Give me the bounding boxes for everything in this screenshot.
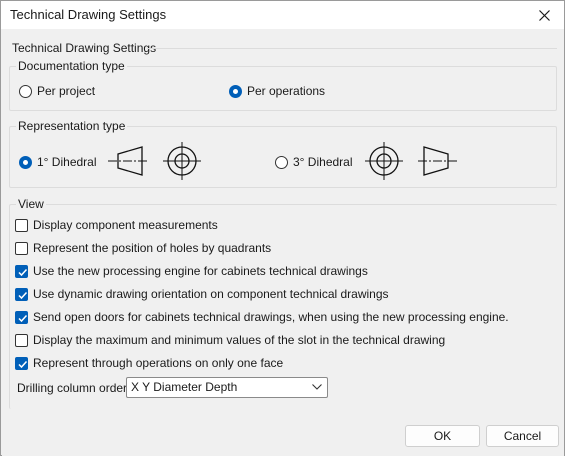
title-bar: Technical Drawing Settings [1, 1, 564, 29]
checkmark-icon [18, 314, 28, 322]
checkbox-box[interactable] [15, 333, 28, 347]
radio-third-dihedral-circle[interactable] [275, 155, 288, 169]
checkbox-label: Display component measurements [33, 218, 218, 232]
drilling-column-order-select[interactable]: X Y Diameter Depth [126, 377, 328, 398]
view-label: View [16, 197, 46, 211]
checkbox-label: Represent through operations on only one… [33, 356, 284, 370]
outer-group-divider [147, 48, 557, 49]
checkbox-box[interactable] [15, 241, 28, 255]
window-title: Technical Drawing Settings [10, 7, 167, 22]
radio-third-dihedral-label: 3° Dihedral [293, 155, 353, 169]
ok-button[interactable]: OK [405, 425, 480, 447]
checkbox-label: Display the maximum and minimum values o… [33, 333, 446, 347]
radio-per-operations-circle[interactable] [229, 84, 242, 98]
close-button[interactable] [524, 1, 564, 29]
drilling-column-order-label: Drilling column order [17, 381, 128, 395]
frustum-side-view-icon [108, 146, 148, 176]
checkbox-label: Send open doors for cabinets technical d… [33, 310, 509, 324]
frustum-end-view-icon [365, 142, 403, 180]
radio-third-dihedral[interactable]: 3° Dihedral [275, 154, 353, 170]
checkbox-label: Use dynamic drawing orientation on compo… [33, 287, 389, 301]
outer-group-label: Technical Drawing Settings [12, 41, 157, 55]
radio-per-project-label: Per project [37, 84, 96, 98]
close-icon [538, 9, 550, 21]
frustum-end-view-icon [163, 142, 201, 180]
frustum-side-view-icon [418, 146, 458, 176]
dialog-window: Technical Drawing Settings Technical Dra… [0, 0, 565, 456]
checkbox-box[interactable] [15, 310, 28, 324]
checkbox-box[interactable] [15, 218, 28, 232]
radio-first-dihedral-label: 1° Dihedral [37, 155, 97, 169]
checkbox-slot-min-max[interactable]: Display the maximum and minimum values o… [15, 332, 445, 348]
radio-per-operations[interactable]: Per operations [229, 83, 325, 99]
radio-first-dihedral-circle[interactable] [19, 155, 32, 169]
checkbox-through-operations-one-face[interactable]: Represent through operations on only one… [15, 355, 283, 371]
representation-type-group: Representation type 1° Dihedral 3° Dihed… [9, 119, 557, 188]
checkmark-icon [18, 268, 28, 276]
chevron-down-icon [312, 384, 322, 390]
cancel-button[interactable]: Cancel [486, 425, 559, 447]
checkbox-dynamic-drawing-orientation[interactable]: Use dynamic drawing orientation on compo… [15, 286, 389, 302]
checkbox-box[interactable] [15, 264, 28, 278]
checkbox-display-component-measurements[interactable]: Display component measurements [15, 217, 218, 233]
radio-per-project-circle[interactable] [19, 84, 32, 98]
checkbox-send-open-doors[interactable]: Send open doors for cabinets technical d… [15, 309, 509, 325]
checkbox-box[interactable] [15, 287, 28, 301]
checkbox-label: Use the new processing engine for cabine… [33, 264, 368, 278]
representation-type-label: Representation type [16, 119, 128, 133]
checkbox-new-processing-engine[interactable]: Use the new processing engine for cabine… [15, 263, 368, 279]
checkbox-label: Represent the position of holes by quadr… [33, 241, 272, 255]
checkmark-icon [18, 291, 28, 299]
checkbox-holes-by-quadrants[interactable]: Represent the position of holes by quadr… [15, 240, 271, 256]
checkmark-icon [18, 360, 28, 368]
radio-per-operations-label: Per operations [247, 84, 326, 98]
drilling-column-order-value: X Y Diameter Depth [131, 380, 238, 394]
radio-first-dihedral[interactable]: 1° Dihedral [19, 154, 97, 170]
documentation-type-label: Documentation type [16, 59, 127, 73]
documentation-type-group: Documentation type Per project Per opera… [9, 59, 557, 111]
radio-per-project[interactable]: Per project [19, 83, 95, 99]
checkbox-box[interactable] [15, 356, 28, 370]
